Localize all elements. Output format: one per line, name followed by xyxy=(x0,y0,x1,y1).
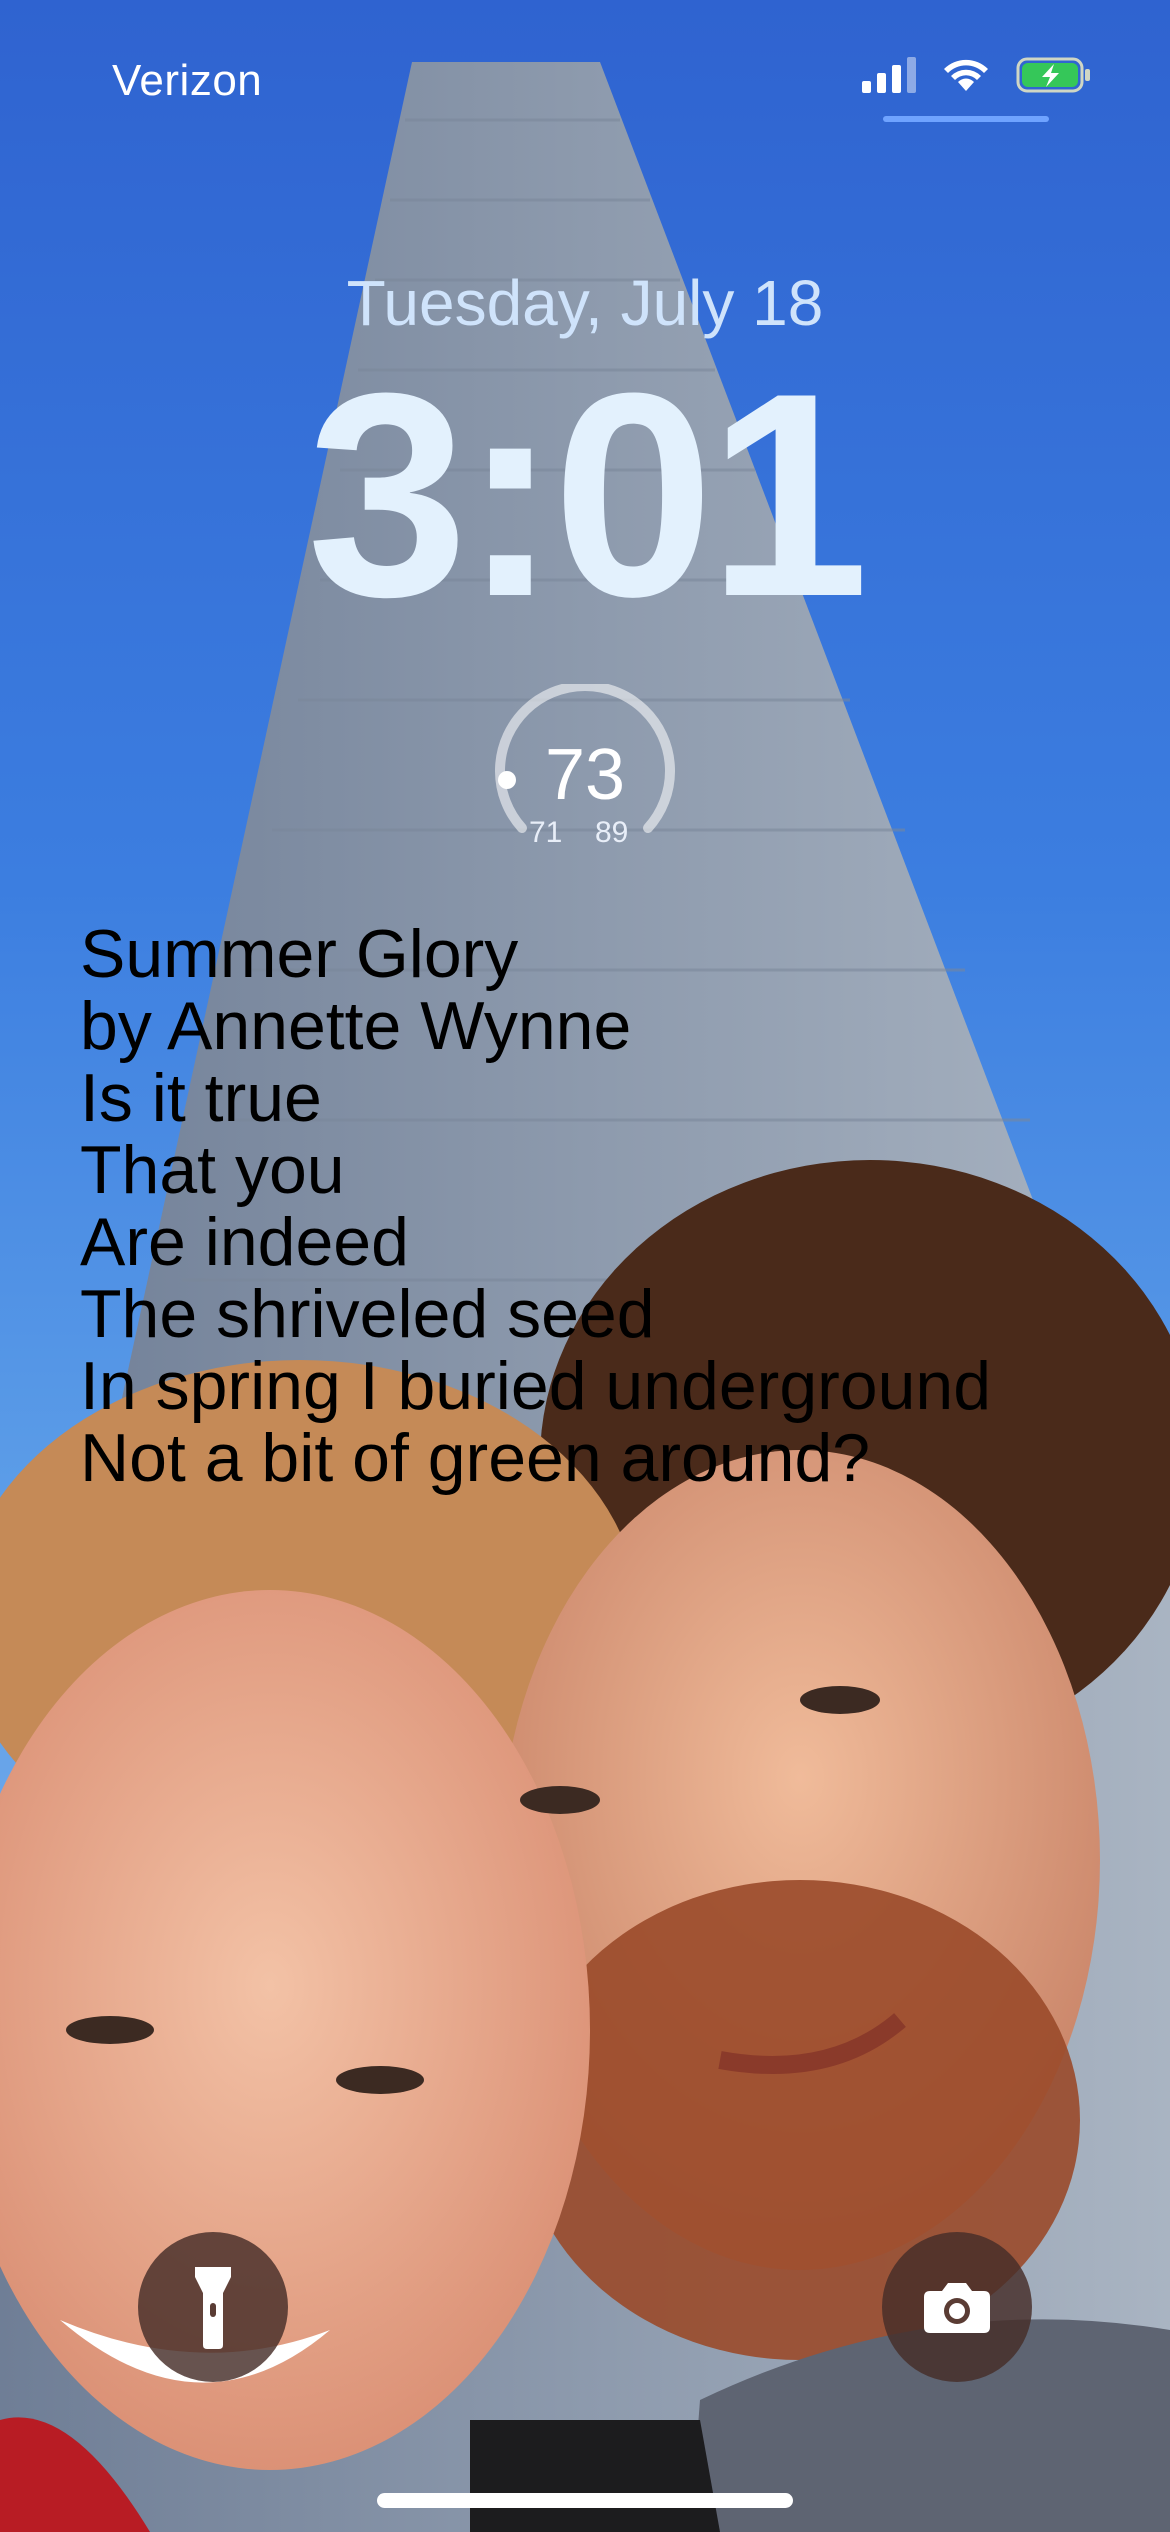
lock-screen-time: 3:01 xyxy=(306,333,869,657)
eye xyxy=(336,2066,424,2094)
eye xyxy=(520,1786,600,1814)
poem-line: In spring I buried underground xyxy=(80,1348,992,1424)
poem-title: Summer Glory xyxy=(80,916,519,992)
carrier-name: Verizon xyxy=(112,56,263,105)
status-underline xyxy=(883,116,1049,122)
battery-charging-icon xyxy=(1016,57,1090,93)
wifi-icon xyxy=(944,59,988,91)
eye xyxy=(800,1686,880,1714)
poem-line: That you xyxy=(80,1132,345,1208)
poem-line: Are indeed xyxy=(80,1204,409,1280)
eye xyxy=(66,2016,154,2044)
weather-low-temp: 71 xyxy=(529,816,563,849)
home-indicator[interactable] xyxy=(377,2493,793,2508)
camera-icon xyxy=(924,2283,990,2333)
poem-author: by Annette Wynne xyxy=(80,988,632,1064)
poem-line: Is it true xyxy=(80,1060,322,1136)
flashlight-icon xyxy=(195,2267,231,2349)
status-icons xyxy=(862,56,1092,94)
camera-button[interactable] xyxy=(882,2232,1032,2382)
poem-line: Not a bit of green around? xyxy=(80,1420,871,1496)
poem-text: Summer Glory by Annette Wynne Is it true… xyxy=(80,918,991,1494)
weather-high-temp: 89 xyxy=(595,816,629,849)
weather-gauge-widget[interactable]: 73 71 89 xyxy=(495,684,675,854)
status-bar: Verizon xyxy=(0,0,1170,130)
poem-line: The shriveled seed xyxy=(80,1276,655,1352)
cellular-signal-icon xyxy=(862,57,916,93)
flashlight-button[interactable] xyxy=(138,2232,288,2382)
weather-current-temp: 73 xyxy=(544,735,626,815)
lock-screen-date: Tuesday, July 18 xyxy=(346,267,824,339)
dark-jacket xyxy=(470,2420,720,2532)
